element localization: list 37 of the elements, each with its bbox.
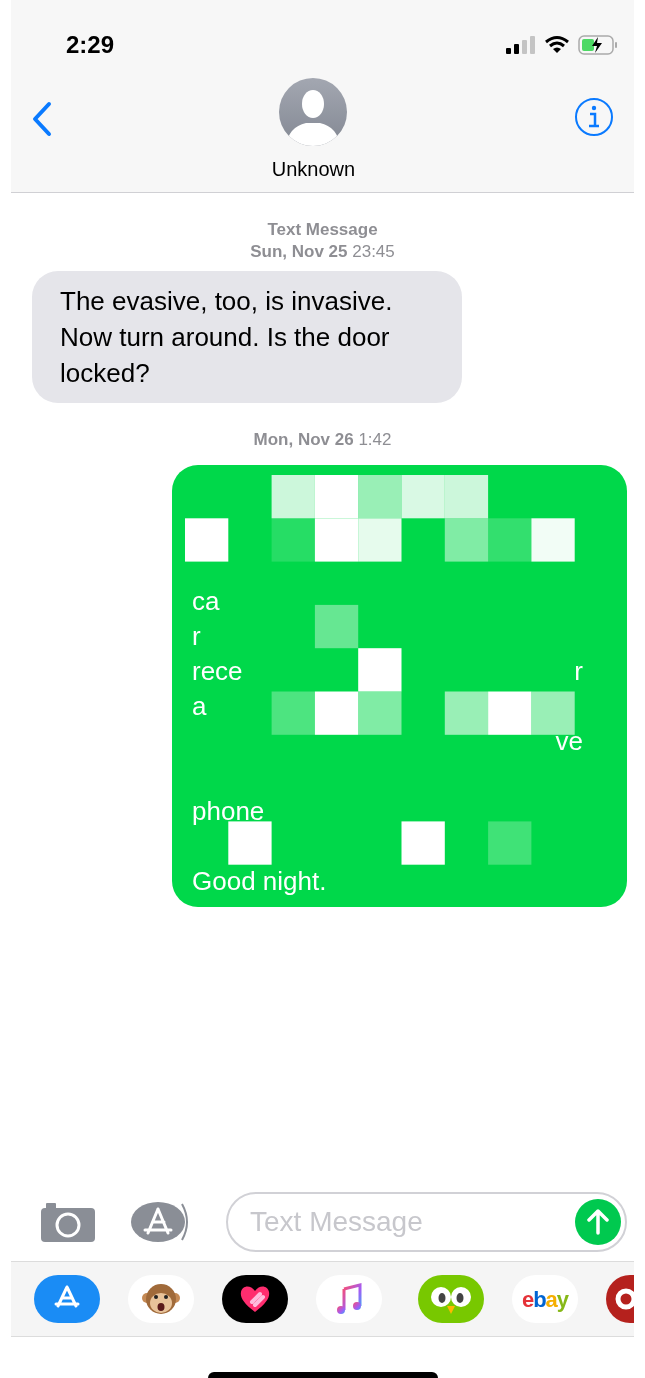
- ebay-app[interactable]: ebay: [512, 1275, 578, 1323]
- music-app[interactable]: [316, 1275, 382, 1323]
- message-text: ca: [192, 585, 220, 618]
- message-timestamp: Sun, Nov 25 23:45: [250, 241, 395, 263]
- battery-charging-icon: [578, 34, 618, 56]
- app-drawer-app[interactable]: [606, 1275, 634, 1323]
- message-text: phone: [192, 795, 265, 828]
- message-composer[interactable]: Text Message: [226, 1192, 627, 1252]
- back-chevron-icon: [31, 101, 53, 137]
- message-text: ve: [555, 725, 583, 758]
- send-button[interactable]: [575, 1199, 621, 1245]
- camera-button[interactable]: [40, 1201, 96, 1243]
- arrow-up-icon: [587, 1209, 609, 1235]
- incoming-message-bubble: The evasive, too, is invasive. Now turn around. Is the door locked?: [32, 271, 462, 403]
- message-text: a: [192, 690, 207, 723]
- message-service-label: Text Message: [267, 219, 378, 241]
- message-text: r: [574, 655, 583, 688]
- app-store-app[interactable]: [34, 1275, 100, 1323]
- wifi-icon: [544, 35, 570, 55]
- camera-icon: [40, 1201, 96, 1243]
- contact-avatar[interactable]: [278, 77, 349, 147]
- info-icon: [574, 97, 614, 137]
- message-timestamp: Mon, Nov 26 1:42: [253, 429, 392, 451]
- status-time: 2:29: [66, 30, 115, 60]
- signal-icon: [506, 35, 536, 55]
- owl-app[interactable]: [418, 1275, 484, 1323]
- heart-icon: [239, 1284, 271, 1314]
- message-text: Good night.: [192, 865, 327, 898]
- contact-name: Unknown: [271, 157, 356, 182]
- animoji-app[interactable]: [128, 1275, 194, 1323]
- info-button[interactable]: [574, 97, 614, 137]
- message-input-field[interactable]: Text Message: [250, 1201, 500, 1243]
- music-note-icon: [335, 1283, 363, 1315]
- heart-sticker-app[interactable]: [222, 1275, 288, 1323]
- message-text: r: [192, 620, 201, 653]
- back-button[interactable]: [31, 101, 53, 137]
- message-text: rece: [192, 655, 243, 688]
